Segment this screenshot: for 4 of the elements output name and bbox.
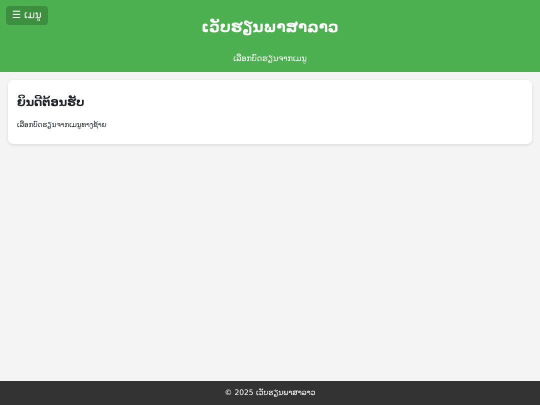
menu-button[interactable]: ☰ ເມນູ: [6, 6, 48, 25]
site-subtitle: ເລືອກບົດຮຽນຈາກເມນູ: [232, 53, 308, 65]
welcome-heading: ຍິນດີຕ້ອນຮັບ: [17, 96, 86, 110]
site-title: ເວັບຮຽນພາສາລາວ: [201, 18, 339, 36]
